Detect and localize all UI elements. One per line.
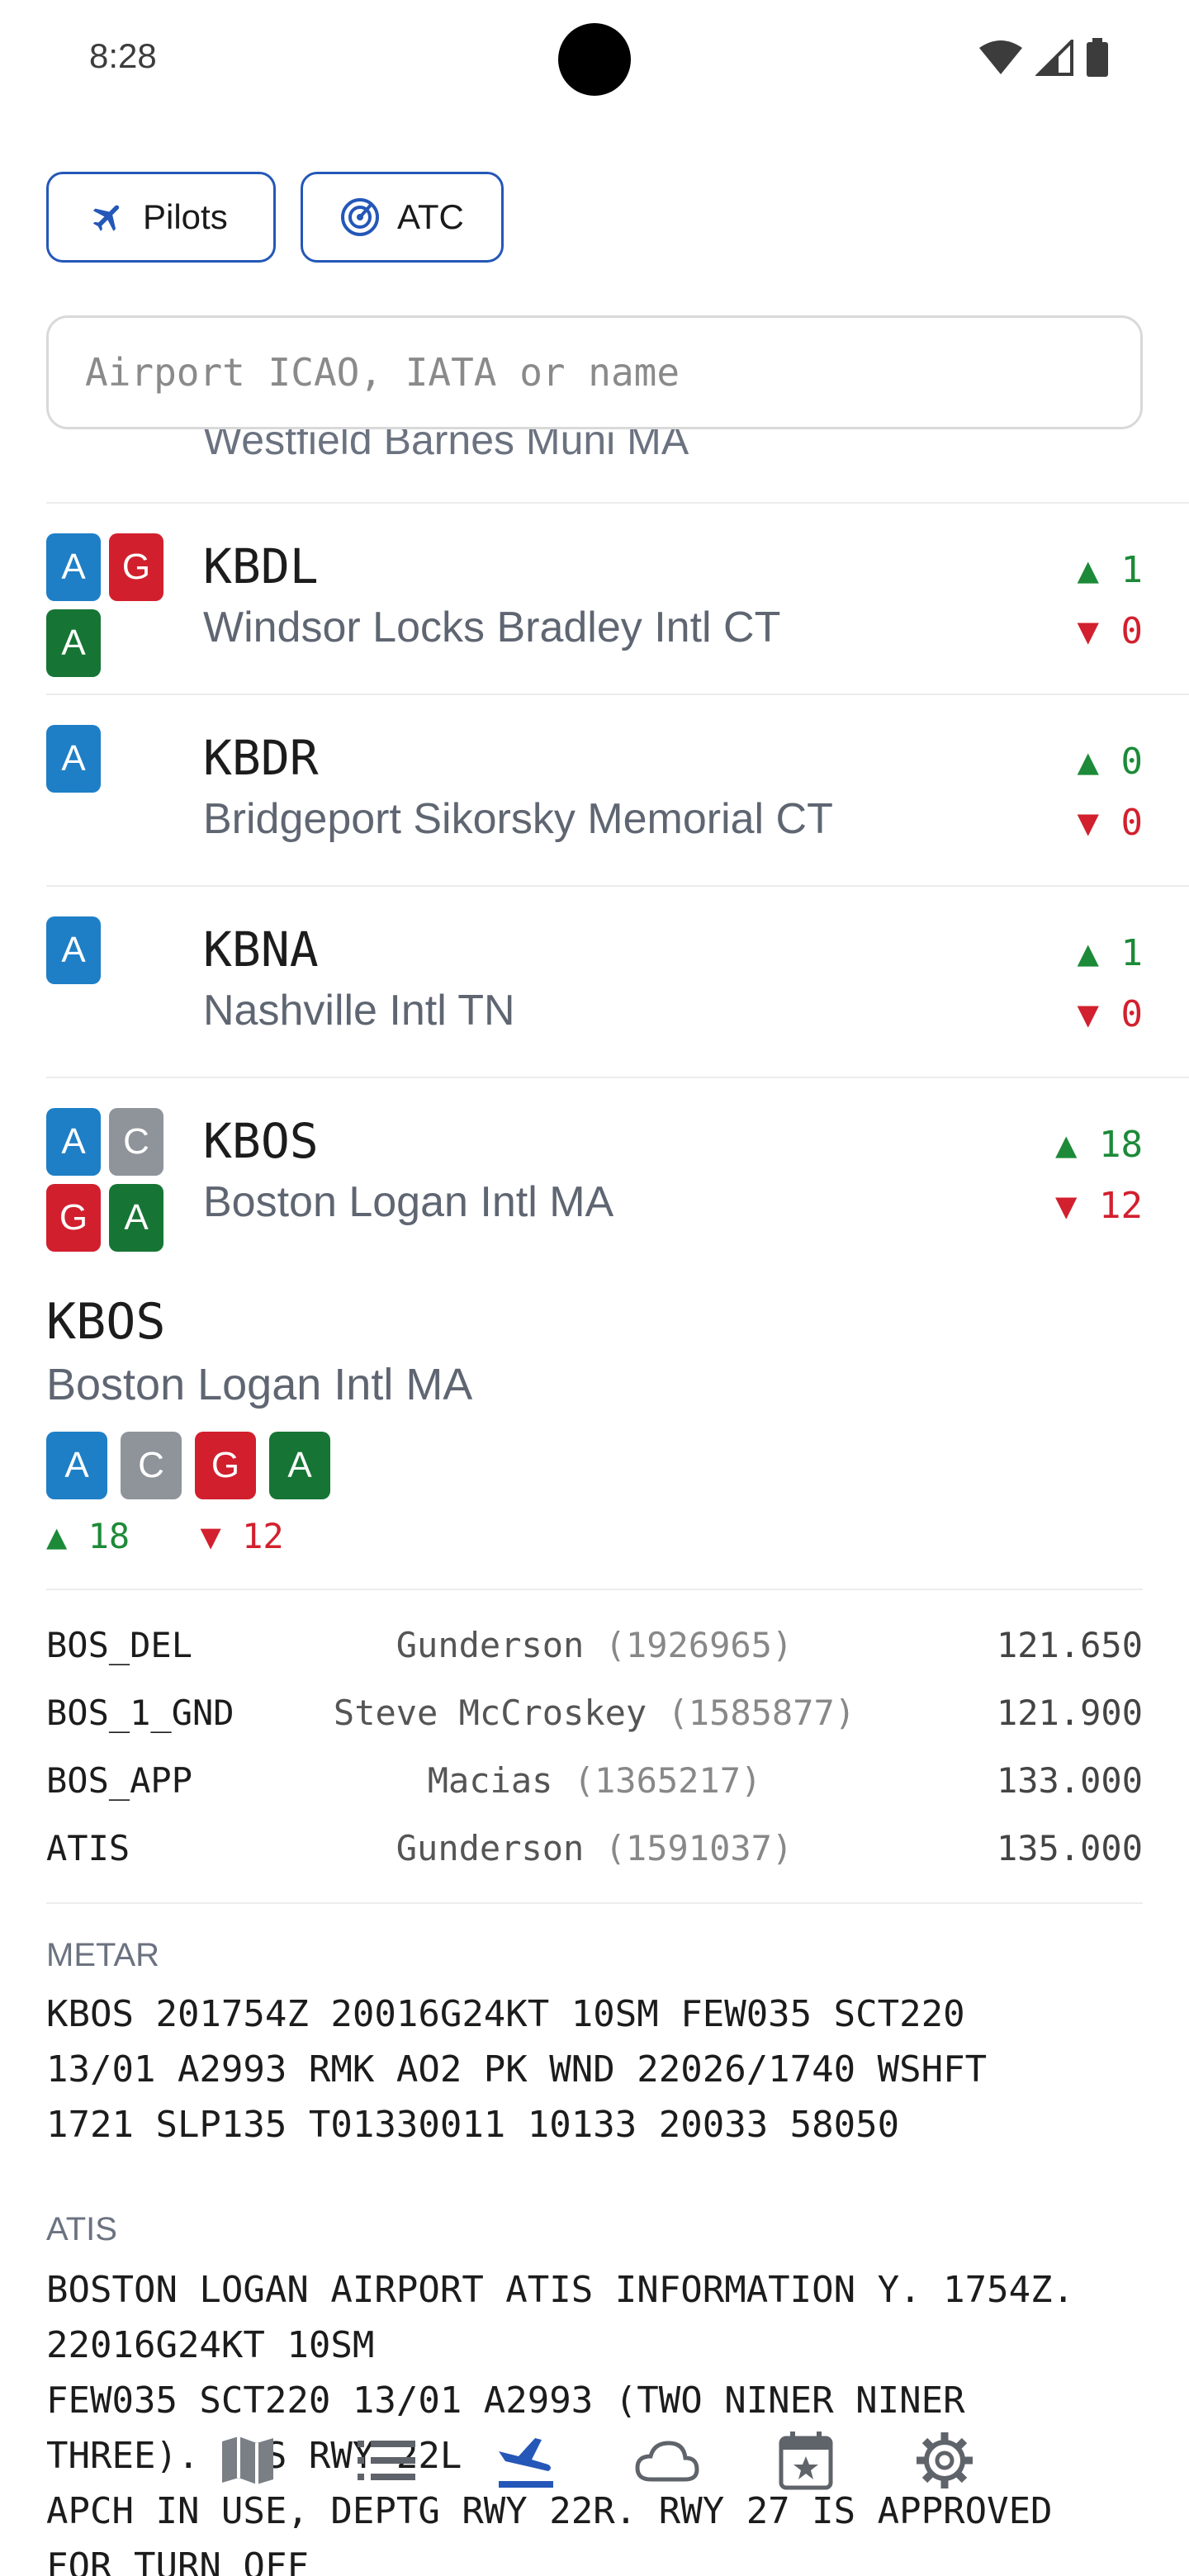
atis-badge: A bbox=[46, 1108, 101, 1176]
airport-icao: KBDR bbox=[203, 730, 319, 786]
traffic-counts: ▲ 0 ▼ 0 bbox=[1078, 732, 1144, 854]
arrivals-count: ▼ 0 bbox=[1077, 993, 1144, 1035]
arrivals-count: ▼ 12 bbox=[1055, 1185, 1143, 1227]
controller-list: BOS_DEL Gunderson (1926965) 121.650 BOS_… bbox=[46, 1613, 1143, 1884]
approach-badge: A bbox=[269, 1432, 330, 1499]
airport-list[interactable]: Westfield Barnes Muni MA A G A KBDL Wind… bbox=[0, 429, 1189, 1265]
detail-airport-name: Boston Logan Intl MA bbox=[46, 1360, 473, 1409]
departures-count: ▲ 1 bbox=[1077, 932, 1144, 974]
partial-airport-name: Westfield Barnes Muni MA bbox=[203, 429, 689, 463]
approach-badge: A bbox=[46, 609, 101, 677]
traffic-counts: ▲ 18 ▼ 12 bbox=[1055, 1115, 1143, 1237]
status-icons bbox=[978, 38, 1110, 78]
traffic-counts: ▲ 1 ▼ 0 bbox=[1078, 540, 1144, 662]
ground-badge: G bbox=[195, 1432, 256, 1499]
airplane-icon bbox=[92, 205, 120, 231]
airport-row-kbdr[interactable]: A KBDR Bridgeport Sikorsky Memorial CT ▲… bbox=[46, 695, 1189, 885]
atis-badge: A bbox=[46, 916, 101, 984]
ground-badge: G bbox=[109, 533, 163, 601]
controller-name: Macias (1365217) bbox=[427, 1760, 762, 1801]
arrivals-count: ▼ 0 bbox=[1077, 610, 1144, 652]
nav-list[interactable] bbox=[353, 2427, 419, 2493]
airport-name: Bridgeport Sikorsky Memorial CT bbox=[203, 795, 833, 843]
approach-badge: A bbox=[109, 1184, 163, 1252]
detail-departures-count: ▲ 18 bbox=[46, 1516, 130, 1556]
divider bbox=[46, 1589, 1143, 1590]
controller-frequency: 121.900 bbox=[996, 1693, 1143, 1733]
radar-icon bbox=[341, 198, 379, 236]
controller-frequency: 135.000 bbox=[996, 1828, 1143, 1868]
status-time: 8:28 bbox=[89, 36, 157, 75]
detail-arrivals-count: ▼ 12 bbox=[200, 1516, 284, 1556]
controller-row[interactable]: BOS_DEL Gunderson (1926965) 121.650 bbox=[46, 1613, 1143, 1681]
camera-cutout bbox=[558, 23, 631, 96]
atis-badge: A bbox=[46, 533, 101, 601]
clearance-badge: C bbox=[109, 1108, 163, 1176]
calendar-star-icon bbox=[779, 2432, 833, 2490]
airport-row-kbna[interactable]: A KBNA Nashville Intl TN ▲ 1 ▼ 0 bbox=[46, 887, 1189, 1077]
arrivals-count: ▼ 0 bbox=[1077, 802, 1144, 844]
clearance-badge: C bbox=[121, 1432, 182, 1499]
airport-search-input[interactable] bbox=[85, 350, 1140, 395]
metar-label: METAR bbox=[46, 1937, 160, 1973]
controller-name: Gunderson (1926965) bbox=[396, 1625, 793, 1665]
airport-name: Nashville Intl TN bbox=[203, 987, 515, 1035]
airport-name: Boston Logan Intl MA bbox=[203, 1178, 614, 1226]
pilots-label: Pilots bbox=[143, 197, 228, 236]
atis-text: BOSTON LOGAN AIRPORT ATIS INFORMATION Y.… bbox=[46, 2269, 1075, 2576]
map-icon bbox=[222, 2436, 273, 2484]
atis-badge: A bbox=[46, 725, 101, 793]
airport-icao: KBOS bbox=[203, 1113, 319, 1169]
departures-count: ▲ 0 bbox=[1077, 741, 1144, 783]
nav-settings[interactable] bbox=[912, 2427, 978, 2493]
bottom-navigation bbox=[0, 2427, 1189, 2518]
status-bar: 8:28 bbox=[0, 0, 1189, 116]
controller-name: Gunderson (1591037) bbox=[396, 1828, 793, 1868]
traffic-counts: ▲ 1 ▼ 0 bbox=[1078, 923, 1144, 1045]
cloud-icon bbox=[635, 2441, 699, 2482]
detail-traffic-counts: ▲ 18 ▼ 12 bbox=[46, 1516, 284, 1556]
airport-icao: KBDL bbox=[203, 538, 319, 594]
wifi-icon bbox=[979, 40, 1022, 74]
airport-icon bbox=[499, 2438, 553, 2488]
atc-label: ATC bbox=[397, 197, 464, 236]
detail-icao: KBOS bbox=[46, 1293, 166, 1351]
controller-row[interactable]: ATIS Gunderson (1591037) 135.000 bbox=[46, 1816, 1143, 1884]
controller-row[interactable]: BOS_APP Macias (1365217) 133.000 bbox=[46, 1749, 1143, 1816]
detail-badges: ACGA bbox=[46, 1432, 343, 1499]
departures-count: ▲ 18 bbox=[1055, 1124, 1143, 1166]
divider bbox=[46, 1902, 1143, 1904]
atis-badge: A bbox=[46, 1432, 107, 1499]
controller-name: Steve McCroskey (1585877) bbox=[333, 1693, 856, 1733]
ground-badge: G bbox=[46, 1184, 101, 1252]
nav-map[interactable] bbox=[215, 2427, 281, 2493]
battery-icon bbox=[1087, 38, 1108, 77]
controller-frequency: 133.000 bbox=[996, 1760, 1143, 1801]
pilots-toggle-button[interactable]: Pilots bbox=[46, 172, 276, 263]
airport-row-kbos[interactable]: A C G A KBOS Boston Logan Intl MA ▲ 18 ▼… bbox=[46, 1078, 1189, 1265]
nav-airports[interactable] bbox=[492, 2427, 558, 2493]
airport-row-kbdl[interactable]: A G A KBDL Windsor Locks Bradley Intl CT… bbox=[46, 504, 1189, 694]
airport-name: Windsor Locks Bradley Intl CT bbox=[203, 604, 781, 651]
list-icon bbox=[358, 2441, 415, 2480]
departures-count: ▲ 1 bbox=[1077, 549, 1144, 591]
nav-weather[interactable] bbox=[634, 2427, 700, 2493]
atis-label: ATIS bbox=[46, 2211, 117, 2247]
metar-text: KBOS 201754Z 20016G24KT 10SM FEW035 SCT2… bbox=[46, 1993, 988, 2146]
nav-events[interactable] bbox=[773, 2427, 839, 2493]
airport-icao: KBNA bbox=[203, 921, 319, 978]
controller-frequency: 121.650 bbox=[996, 1625, 1143, 1665]
cell-signal-icon bbox=[1035, 40, 1073, 76]
airport-search-box[interactable] bbox=[46, 315, 1143, 429]
gear-icon bbox=[917, 2432, 973, 2488]
controller-row[interactable]: BOS_1_GND Steve McCroskey (1585877) 121.… bbox=[46, 1681, 1143, 1749]
atc-toggle-button[interactable]: ATC bbox=[301, 172, 504, 263]
